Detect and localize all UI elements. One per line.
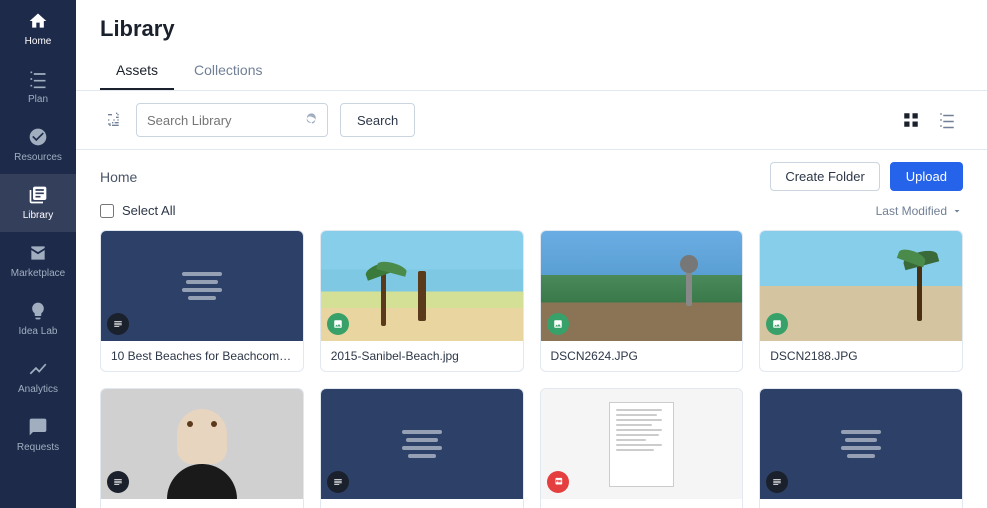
sidebar-item-requests[interactable]: Requests bbox=[0, 406, 76, 464]
card-1-body: 10 Best Beaches for Beachcombers bbox=[101, 341, 303, 371]
card-4-thumb bbox=[760, 231, 962, 341]
idea-lab-icon bbox=[27, 300, 49, 322]
sidebar-item-resources[interactable]: Resources bbox=[0, 116, 76, 174]
card-5[interactable]: Publicis Groupe appoints Jane Lin... bbox=[100, 388, 304, 508]
card-7-badge bbox=[547, 471, 569, 493]
sidebar-item-idea-lab[interactable]: Idea Lab bbox=[0, 290, 76, 348]
card-1[interactable]: 10 Best Beaches for Beachcombers bbox=[100, 230, 304, 372]
card-5-body: Publicis Groupe appoints Jane Lin... bbox=[101, 499, 303, 508]
content-header: Home Create Folder Upload bbox=[100, 162, 963, 191]
card-3-badge bbox=[547, 313, 569, 335]
sidebar: Home Plan Resources Library Marketplace … bbox=[0, 0, 76, 508]
card-8-body: Branded Login Experience bbox=[760, 499, 962, 508]
analytics-icon bbox=[27, 358, 49, 380]
requests-icon bbox=[27, 416, 49, 438]
list-view-button[interactable] bbox=[931, 104, 963, 136]
card-7-body: Fields Unification Beta Release FA... bbox=[541, 499, 743, 508]
sidebar-label-home: Home bbox=[25, 36, 52, 48]
doc-icon-8 bbox=[841, 430, 881, 458]
card-3-body: DSCN2624.JPG bbox=[541, 341, 743, 371]
sidebar-item-marketplace[interactable]: Marketplace bbox=[0, 232, 76, 290]
tab-bar: Assets Collections bbox=[100, 54, 963, 90]
card-3[interactable]: DSCN2624.JPG bbox=[540, 230, 744, 372]
card-1-badge bbox=[107, 313, 129, 335]
sidebar-label-library: Library bbox=[23, 210, 54, 222]
card-2-body: 2015-Sanibel-Beach.jpg bbox=[321, 341, 523, 371]
card-5-badge bbox=[107, 471, 129, 493]
marketplace-icon bbox=[27, 242, 49, 264]
sort-label-text: Last Modified bbox=[876, 204, 947, 218]
sidebar-item-analytics[interactable]: Analytics bbox=[0, 348, 76, 406]
page-title: Library bbox=[100, 16, 963, 42]
view-toggle bbox=[895, 104, 963, 136]
sidebar-label-requests: Requests bbox=[17, 442, 59, 454]
card-6-body: July 2022 bbox=[321, 499, 523, 508]
grid-view-button[interactable] bbox=[895, 104, 927, 136]
toolbar: Search bbox=[76, 91, 987, 150]
card-6-thumb bbox=[321, 389, 523, 499]
card-2-title: 2015-Sanibel-Beach.jpg bbox=[331, 349, 513, 363]
sidebar-label-plan: Plan bbox=[28, 94, 48, 106]
doc-icon-6 bbox=[402, 430, 442, 458]
card-8[interactable]: Branded Login Experience bbox=[759, 388, 963, 508]
asset-grid: 10 Best Beaches for Beachcombers 2015-Sa… bbox=[100, 230, 963, 508]
page-header: Library Assets Collections bbox=[76, 0, 987, 91]
upload-button[interactable]: Upload bbox=[890, 162, 963, 191]
search-input[interactable] bbox=[137, 113, 297, 128]
sidebar-item-plan[interactable]: Plan bbox=[0, 58, 76, 116]
plan-icon bbox=[27, 68, 49, 90]
doc-page-inner bbox=[609, 402, 674, 487]
card-2[interactable]: 2015-Sanibel-Beach.jpg bbox=[320, 230, 524, 372]
card-4-badge bbox=[766, 313, 788, 335]
card-1-title: 10 Best Beaches for Beachcombers bbox=[111, 349, 293, 363]
select-all-label[interactable]: Select All bbox=[100, 203, 175, 218]
sidebar-label-idea-lab: Idea Lab bbox=[19, 326, 58, 338]
sidebar-item-home[interactable]: Home bbox=[0, 0, 76, 58]
resources-icon bbox=[27, 126, 49, 148]
action-buttons: Create Folder Upload bbox=[770, 162, 963, 191]
card-1-thumb bbox=[101, 231, 303, 341]
card-7-thumb bbox=[541, 389, 743, 499]
card-8-thumb bbox=[760, 389, 962, 499]
card-6-badge bbox=[327, 471, 349, 493]
card-2-thumb bbox=[321, 231, 523, 341]
main-content: Library Assets Collections Search bbox=[76, 0, 987, 508]
select-row: Select All Last Modified bbox=[100, 203, 963, 218]
card-3-thumb bbox=[541, 231, 743, 341]
card-4[interactable]: DSCN2188.JPG bbox=[759, 230, 963, 372]
select-all-checkbox[interactable] bbox=[100, 204, 114, 218]
card-6[interactable]: July 2022 bbox=[320, 388, 524, 508]
select-all-text: Select All bbox=[122, 203, 175, 218]
card-5-thumb bbox=[101, 389, 303, 499]
sidebar-item-library[interactable]: Library bbox=[0, 174, 76, 232]
sidebar-label-resources: Resources bbox=[14, 152, 62, 164]
content-area: Home Create Folder Upload Select All Las… bbox=[76, 150, 987, 508]
home-icon bbox=[27, 10, 49, 32]
card-2-badge bbox=[327, 313, 349, 335]
tab-collections[interactable]: Collections bbox=[178, 54, 278, 90]
card-8-badge bbox=[766, 471, 788, 493]
search-box bbox=[136, 103, 328, 137]
create-folder-button[interactable]: Create Folder bbox=[770, 162, 879, 191]
search-icon bbox=[297, 113, 327, 127]
sidebar-label-analytics: Analytics bbox=[18, 384, 58, 396]
sidebar-label-marketplace: Marketplace bbox=[11, 268, 65, 280]
breadcrumb: Home bbox=[100, 169, 137, 185]
doc-icon-1 bbox=[182, 272, 222, 300]
filter-icon[interactable] bbox=[100, 106, 128, 134]
card-7[interactable]: Fields Unification Beta Release FA... bbox=[540, 388, 744, 508]
search-button[interactable]: Search bbox=[340, 103, 415, 137]
sort-control[interactable]: Last Modified bbox=[876, 204, 963, 218]
card-4-body: DSCN2188.JPG bbox=[760, 341, 962, 371]
library-icon bbox=[27, 184, 49, 206]
card-3-title: DSCN2624.JPG bbox=[551, 349, 733, 363]
card-4-title: DSCN2188.JPG bbox=[770, 349, 952, 363]
tab-assets[interactable]: Assets bbox=[100, 54, 174, 90]
